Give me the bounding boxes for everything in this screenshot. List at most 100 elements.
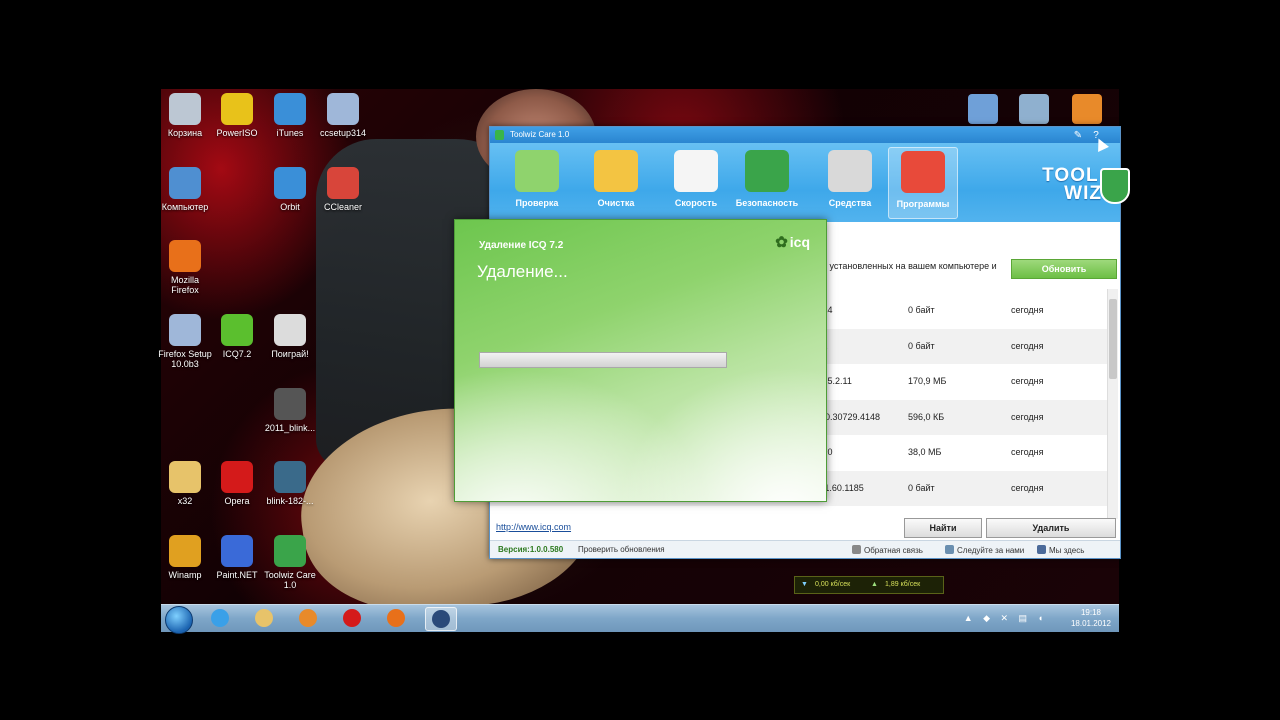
scroll-thumb[interactable] <box>1109 299 1117 379</box>
start-button[interactable] <box>165 606 193 634</box>
cell-size: 0 байт <box>908 482 935 493</box>
desktop-icon-16[interactable]: Winamp <box>158 535 212 580</box>
desktop-icon-13[interactable]: x32 <box>158 461 212 506</box>
recycle-bin-icon <box>169 93 201 125</box>
refresh-button[interactable]: Обновить <box>1011 259 1117 279</box>
icq-icon <box>221 314 253 346</box>
desktop-icon-label: Orbit <box>280 202 300 212</box>
installer-icon-2[interactable] <box>1019 94 1049 124</box>
icq-logo: ✿ icq <box>775 233 810 251</box>
clock[interactable]: 19:18 18.01.2012 <box>1071 607 1111 629</box>
desktop-icon-15[interactable]: blink-182-... <box>263 461 317 506</box>
cell-size: 596,0 КБ <box>908 411 945 422</box>
nav-tab-5[interactable]: Средства <box>816 147 884 217</box>
nav-tab-3[interactable]: Скорость <box>662 147 730 217</box>
desktop-icon-8[interactable]: Mozilla Firefox <box>158 240 212 295</box>
desktop-icon-17[interactable]: Paint.NET <box>210 535 264 580</box>
explorer-icon[interactable] <box>249 607 279 629</box>
paintnet-icon <box>221 535 253 567</box>
clock-date: 18.01.2012 <box>1070 619 1111 628</box>
list-scrollbar[interactable] <box>1107 289 1118 519</box>
toolwiz-taskbar-icon-glyph <box>432 610 450 628</box>
desktop-icon-11[interactable]: Поиграй! <box>263 314 317 359</box>
desktop-icon-5[interactable]: Компьютер <box>158 167 212 212</box>
cell-date: сегодня <box>1011 482 1044 493</box>
window-title: Toolwiz Care 1.0 <box>510 130 570 139</box>
explorer-icon-glyph <box>255 609 273 627</box>
feedback-link[interactable]: Обратная связь <box>852 545 923 555</box>
installer-icon-3[interactable] <box>1072 94 1102 124</box>
desktop-icon-label: ICQ7.2 <box>222 349 252 359</box>
media-player-icon[interactable] <box>293 607 323 629</box>
facebook-link[interactable]: Мы здесь <box>1037 545 1084 555</box>
toolwiz-taskbar-icon[interactable] <box>425 607 457 631</box>
firefox-setup-icon <box>169 314 201 346</box>
desktop-icon-9[interactable]: Firefox Setup 10.0b3 <box>158 314 212 369</box>
nav-tab-label: Средства <box>828 198 872 208</box>
cell-size: 0 байт <box>908 305 935 315</box>
desktop-icon-label: Поиграй! <box>271 349 309 359</box>
desktop-icon-6[interactable]: Orbit <box>263 167 317 212</box>
opera-icon[interactable] <box>337 607 367 629</box>
find-button[interactable]: Найти <box>904 518 982 538</box>
toolwiz-icon <box>274 535 306 567</box>
remove-button[interactable]: Удалить <box>986 518 1116 538</box>
media-player-icon-glyph <box>299 609 317 627</box>
speedometer-icon <box>674 150 718 192</box>
nav-tab-2[interactable]: Очистка <box>582 147 650 217</box>
cell-date: сегодня <box>1011 305 1044 315</box>
installer-icon[interactable] <box>968 94 998 124</box>
nav-tab-1[interactable]: Проверка <box>503 147 571 217</box>
dialog-title: Удаление ICQ 7.2 <box>479 240 564 251</box>
desktop-icon-10[interactable]: ICQ7.2 <box>210 314 264 359</box>
title-bar[interactable]: Toolwiz Care 1.0 ✎ ? <box>490 127 1120 143</box>
cell-date: сегодня <box>1011 376 1044 386</box>
desktop-icon-label: x32 <box>177 496 193 506</box>
upload-arrow-icon: ▲ <box>871 581 878 588</box>
desktop-icon-2[interactable]: PowerISO <box>210 93 264 138</box>
firefox-icon[interactable] <box>381 607 411 629</box>
desktop-icon-18[interactable]: Toolwiz Care 1.0 <box>263 535 317 590</box>
facebook-icon <box>1037 545 1046 554</box>
taskbar: ▲ ◆ ✕ ▤ ◖ 19:18 18.01.2012 <box>161 604 1119 634</box>
desktop-icon-7[interactable]: CCleaner <box>316 167 370 212</box>
desktop-icon-3[interactable]: iTunes <box>263 93 317 138</box>
desktop-icon-4[interactable]: ccsetup314 <box>316 93 370 138</box>
desktop-icon-label: Winamp <box>168 570 202 580</box>
cell-size: 38,0 МБ <box>908 447 942 457</box>
tools-icon <box>828 150 872 192</box>
clock-time: 19:18 <box>1080 608 1101 617</box>
broom-icon <box>594 150 638 192</box>
cell-date: сегодня <box>1011 447 1044 457</box>
winamp-icon <box>169 535 201 567</box>
follow-link[interactable]: Следуйте за нами <box>945 545 1024 555</box>
icq-uninstall-dialog[interactable]: Удаление ICQ 7.2 Удаление... ✿ icq <box>454 219 827 502</box>
desktop-icon-label: PowerISO <box>216 128 258 138</box>
program-link[interactable]: http://www.icq.com <box>496 522 571 532</box>
toolwiz-logo: TOOL WIZ <box>1042 166 1130 204</box>
desktop-icon-14[interactable]: Opera <box>210 461 264 506</box>
tray-icons[interactable]: ▲ ◆ ✕ ▤ ◖ <box>964 613 1047 624</box>
logo-line2: WIZ <box>1064 183 1102 204</box>
desktop-icon-label: Opera <box>224 496 250 506</box>
twitter-icon <box>945 545 954 554</box>
opera-icon-glyph <box>343 609 361 627</box>
logo-shield-icon <box>1100 168 1130 204</box>
nav-tab-6[interactable]: Программы <box>888 147 958 219</box>
settings-icon[interactable]: ✎ <box>1070 128 1086 142</box>
mail-icon <box>852 545 861 554</box>
desktop-icon-12[interactable]: 2011_blink... <box>263 388 317 433</box>
main-nav: Проверка Очистка Скорость Безопасность Средс… <box>490 143 1130 222</box>
check-updates-link[interactable]: Проверить обновления <box>578 545 665 554</box>
desktop-icon-label: Firefox Setup 10.0b3 <box>158 349 212 369</box>
desktop-icon-1[interactable]: Корзина <box>158 93 212 138</box>
cell-date: сегодня <box>1011 411 1044 422</box>
programs-icon <box>901 151 945 193</box>
desktop-icon-label: Toolwiz Care 1.0 <box>264 570 316 590</box>
nav-tab-label: Проверка <box>515 198 559 208</box>
nav-tab-4[interactable]: Безопасность <box>733 147 801 217</box>
opera-icon <box>221 461 253 493</box>
ie-icon[interactable] <box>205 607 235 629</box>
download-arrow-icon: ▼ <box>801 581 808 588</box>
monitor-check-icon <box>515 150 559 192</box>
